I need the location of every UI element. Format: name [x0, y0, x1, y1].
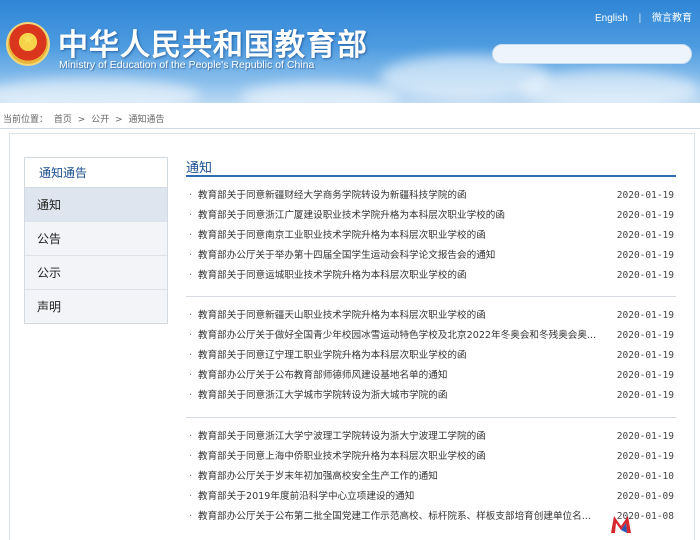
list-item[interactable]: · 教育部办公厅关于公布第二批全国党建工作示范高校、标杆院系、样板支部培育创建单位… — [186, 507, 676, 527]
site-subtitle: Ministry of Education of the People's Re… — [59, 59, 315, 71]
weiyan-link[interactable]: 微言教育 — [652, 13, 692, 24]
bullet: · — [189, 369, 193, 381]
list-item[interactable]: · 教育部关于同意浙江广厦建设职业技术学院升格为本科层次职业学校的函 2020-01… — [186, 206, 676, 226]
list-item-title[interactable]: 教育部办公厅关于公布教育部师德师风建设基地名单的通知 — [198, 366, 608, 386]
sidebar: 通知通告 通知 公告 公示 声明 — [24, 157, 168, 324]
list-item-date: 2020-01-10 — [616, 470, 674, 482]
list-item-title[interactable]: 教育部办公厅关于公布第二批全国党建工作示范高校、标杆院系、样板支部培育创建单位名… — [198, 507, 608, 527]
bullet: · — [189, 510, 193, 522]
breadcrumb-separator: > — [115, 115, 123, 125]
bullet: · — [189, 349, 193, 361]
breadcrumb-home[interactable]: 首页 — [54, 115, 72, 125]
bullet: · — [189, 431, 193, 442]
list-item[interactable]: · 教育部关于同意运城职业技术学院升格为本科层次职业学校的函 2020-01-19 — [186, 266, 676, 286]
sidebar-item-announcement[interactable]: 公告 — [25, 222, 167, 256]
bullet: · — [189, 470, 193, 482]
breadcrumb-public[interactable]: 公开 — [91, 115, 109, 125]
list-item-title[interactable]: 教育部关于2019年度前沿科学中心立项建设的通知 — [198, 487, 608, 507]
list-item-title[interactable]: 教育部关于同意浙江广厦建设职业技术学院升格为本科层次职业学校的函 — [198, 206, 608, 226]
list-item-title[interactable]: 教育部关于同意新疆财经大学商务学院转设为新疆科技学院的函 — [198, 186, 608, 206]
bullet: · — [189, 450, 193, 462]
breadcrumb-label: 当前位置： — [3, 115, 49, 125]
list-item[interactable]: · 教育部办公厅关于举办第十四届全国学生运动会科学论文报告会的通知 2020-01-… — [186, 246, 676, 266]
list-item[interactable]: · 教育部关于同意新疆天山职业技术学院升格为本科层次职业学校的函 2020-01-1… — [186, 306, 676, 326]
list-item[interactable]: · 教育部办公厅关于岁末年初加强高校安全生产工作的通知 2020-01-10 — [186, 467, 676, 487]
section-title: 通知 — [186, 161, 213, 176]
list-item-date: 2020-01-19 — [616, 249, 674, 261]
list-item[interactable]: · 教育部办公厅关于公布教育部师德师风建设基地名单的通知 2020-01-19 — [186, 366, 676, 386]
section-title-rule — [186, 175, 676, 177]
list-item-title[interactable]: 教育部办公厅关于举办第十四届全国学生运动会科学论文报告会的通知 — [198, 246, 608, 266]
english-link[interactable]: English — [595, 13, 628, 24]
list-item[interactable]: · 教育部关于2019年度前沿科学中心立项建设的通知 2020-01-09 — [186, 487, 676, 507]
list-item-title[interactable]: 教育部办公厅关于岁末年初加强高校安全生产工作的通知 — [198, 467, 608, 487]
breadcrumb-notices[interactable]: 通知通告 — [129, 115, 165, 125]
list-item[interactable]: · 教育部关于同意南京工业职业技术学院升格为本科层次职业学校的函 2020-01-1… — [186, 226, 676, 246]
bullet: · — [189, 389, 193, 401]
national-emblem-icon[interactable]: ★ — [6, 22, 50, 66]
link-separator: | — [638, 13, 642, 24]
list-item-date: 2020-01-19 — [616, 450, 674, 462]
sidebar-title: 通知通告 — [25, 158, 167, 188]
list-item-date: 2020-01-19 — [616, 329, 674, 341]
sidebar-item-statement[interactable]: 声明 — [25, 290, 167, 324]
sidebar-item-publicity[interactable]: 公示 — [25, 256, 167, 290]
list-item-title[interactable]: 教育部关于同意南京工业职业技术学院升格为本科层次职业学校的函 — [198, 226, 608, 246]
breadcrumb-divider — [0, 128, 700, 129]
bullet: · — [189, 249, 193, 261]
list-item-date: 2020-01-19 — [616, 369, 674, 381]
list-item-date: 2020-01-19 — [616, 389, 674, 401]
notice-group-2: · 教育部关于同意新疆天山职业技术学院升格为本科层次职业学校的函 2020-01-1… — [186, 306, 676, 405]
bullet: · — [189, 269, 193, 281]
bullet: · — [189, 310, 193, 321]
watermark-logo-icon — [611, 516, 631, 533]
notice-group-1: · 教育部关于同意新疆财经大学商务学院转设为新疆科技学院的函 2020-01-19 … — [186, 186, 676, 285]
list-item-date: 2020-01-19 — [616, 209, 674, 221]
breadcrumb-separator: > — [77, 115, 86, 125]
list-item[interactable]: · 教育部关于同意浙江大学宁波理工学院转设为浙大宁波理工学院的函 2020-01-1… — [186, 427, 676, 447]
list-item-title[interactable]: 教育部关于同意浙江大学宁波理工学院转设为浙大宁波理工学院的函 — [198, 427, 608, 447]
list-item-date: 2020-01-19 — [616, 431, 674, 442]
list-item[interactable]: · 教育部办公厅关于做好全国青少年校园冰雪运动特色学校及北京2022年冬奥会和冬残… — [186, 326, 676, 346]
bullet: · — [189, 329, 193, 341]
list-item-title[interactable]: 教育部关于同意新疆天山职业技术学院升格为本科层次职业学校的函 — [198, 306, 608, 326]
list-item[interactable]: · 教育部关于同意新疆财经大学商务学院转设为新疆科技学院的函 2020-01-19 — [186, 186, 676, 206]
group-divider — [186, 296, 676, 297]
bullet: · — [189, 190, 193, 201]
notice-group-3: · 教育部关于同意浙江大学宁波理工学院转设为浙大宁波理工学院的函 2020-01-1… — [186, 427, 676, 526]
list-item-title[interactable]: 教育部关于同意辽宁理工职业学院升格为本科层次职业学校的函 — [198, 346, 608, 366]
group-divider — [186, 417, 676, 418]
list-item-title[interactable]: 教育部关于同意浙江大学城市学院转设为浙大城市学院的函 — [198, 386, 608, 406]
search-input[interactable] — [492, 44, 692, 64]
list-item-title[interactable]: 教育部关于同意运城职业技术学院升格为本科层次职业学校的函 — [198, 266, 608, 286]
list-item-title[interactable]: 教育部办公厅关于做好全国青少年校园冰雪运动特色学校及北京2022年冬奥会和冬残奥… — [198, 326, 608, 346]
list-item-title[interactable]: 教育部关于同意上海中侨职业技术学院升格为本科层次职业学校的函 — [198, 447, 608, 467]
bullet: · — [189, 490, 193, 502]
list-item-date: 2020-01-19 — [616, 229, 674, 241]
site-header: ★ 中华人民共和国教育部 Ministry of Education of th… — [0, 0, 700, 103]
site-title[interactable]: 中华人民共和国教育部 — [58, 20, 368, 64]
list-item[interactable]: · 教育部关于同意浙江大学城市学院转设为浙大城市学院的函 2020-01-19 — [186, 386, 676, 406]
bullet: · — [189, 229, 193, 241]
breadcrumb: 当前位置： 首页 > 公开 > 通知通告 — [3, 112, 168, 125]
list-item[interactable]: · 教育部关于同意上海中侨职业技术学院升格为本科层次职业学校的函 2020-01-1… — [186, 447, 676, 467]
list-item-date: 2020-01-19 — [616, 269, 674, 281]
sidebar-item-notice[interactable]: 通知 — [25, 188, 167, 222]
list-item-date: 2020-01-09 — [616, 490, 674, 502]
list-item-date: 2020-01-19 — [616, 310, 674, 321]
list-item-date: 2020-01-19 — [616, 349, 674, 361]
bullet: · — [189, 209, 193, 221]
top-links: English | 微言教育 — [587, 9, 692, 24]
list-item[interactable]: · 教育部关于同意辽宁理工职业学院升格为本科层次职业学校的函 2020-01-19 — [186, 346, 676, 366]
list-item-date: 2020-01-19 — [616, 190, 674, 201]
